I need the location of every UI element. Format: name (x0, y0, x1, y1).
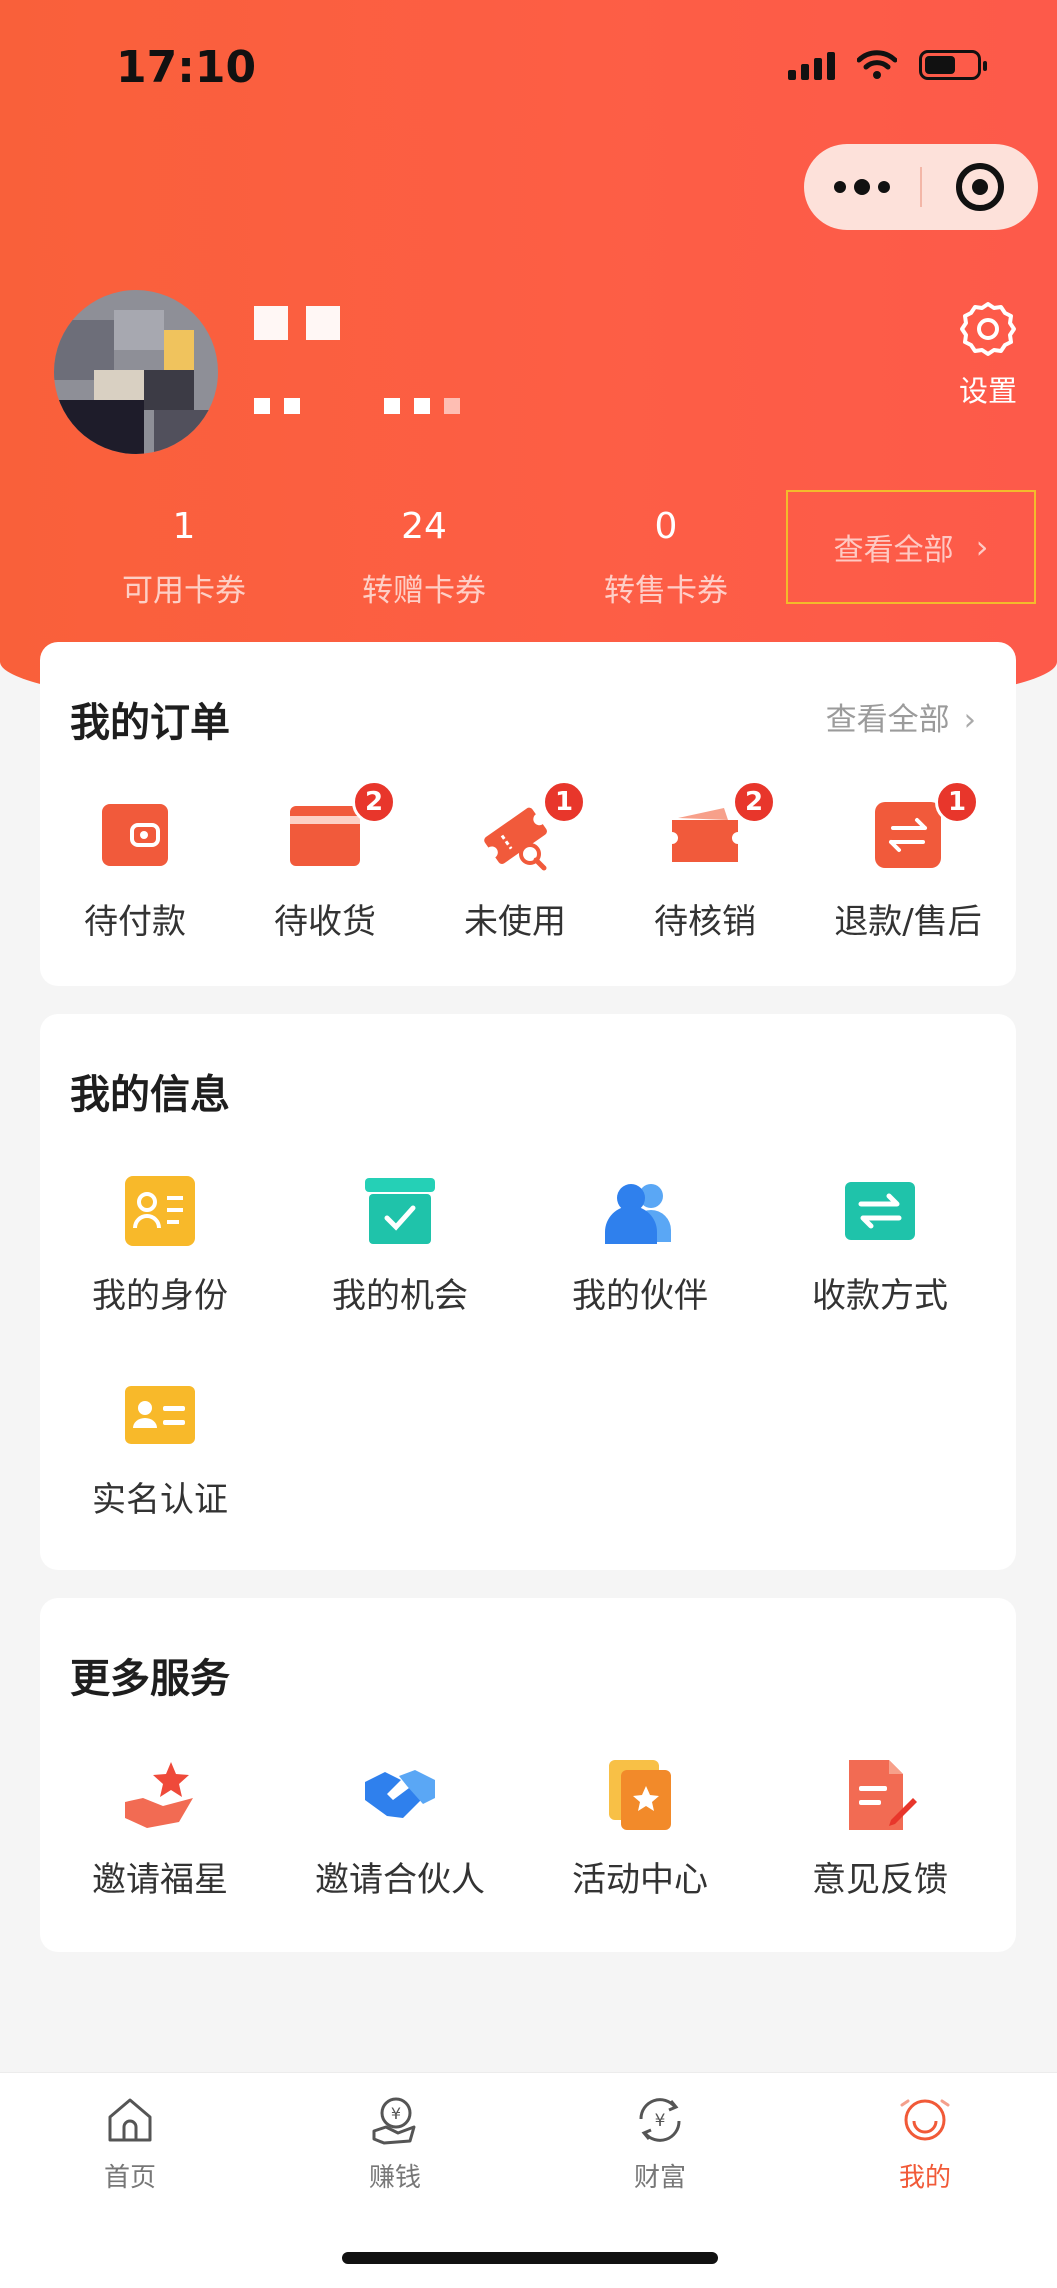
battery-icon (919, 50, 987, 80)
more-button[interactable] (804, 144, 920, 230)
voucher-icon: 2 (668, 780, 776, 872)
info-payment-method[interactable]: 收款方式 (760, 1174, 1000, 1317)
service-invite-partner[interactable]: 邀请合伙人 (280, 1758, 520, 1901)
activity-icon (603, 1758, 677, 1832)
chevron-right-icon: › (975, 528, 989, 566)
coupons-view-all-link[interactable]: 查看全部 › (786, 490, 1036, 604)
handshake-icon (363, 1758, 437, 1832)
settings-button[interactable]: 设置 (944, 300, 1032, 410)
svg-text:¥: ¥ (391, 2104, 401, 2123)
user-subtitle-redacted (254, 398, 460, 414)
status-time: 17:10 (116, 42, 257, 93)
chevron-right-icon: › (963, 702, 976, 738)
tab-home[interactable]: 首页 (50, 2095, 210, 2194)
service-invite-lucky-star[interactable]: 邀请福星 (40, 1758, 280, 1901)
feedback-icon (843, 1758, 917, 1832)
tab-me[interactable]: 我的 (845, 2095, 1005, 2194)
mini-program-capsule (804, 144, 1038, 230)
info-real-name-verification[interactable]: 实名认证 (40, 1378, 280, 1521)
status-icons (788, 50, 987, 80)
close-mini-program-button[interactable] (922, 144, 1038, 230)
tab-wealth[interactable]: ¥ 财富 (580, 2095, 740, 2194)
star-hand-icon (123, 1758, 197, 1832)
card-icon: 2 (288, 780, 396, 872)
service-activity-center[interactable]: 活动中心 (520, 1758, 760, 1901)
wealth-icon: ¥ (639, 2098, 681, 2142)
target-icon (956, 163, 1004, 211)
tab-earn[interactable]: ¥ 赚钱 (315, 2095, 475, 2194)
wifi-icon (857, 50, 897, 79)
info-my-opportunities[interactable]: 我的机会 (280, 1174, 520, 1317)
stat-gifted-coupons[interactable]: 24 转赠卡券 (324, 506, 524, 610)
home-indicator (342, 2252, 718, 2264)
orders-view-all-link[interactable]: 查看全部 › (826, 694, 976, 739)
me-icon (900, 2099, 950, 2141)
my-info-title: 我的信息 (70, 1072, 230, 1118)
orders-card: 我的订单 查看全部 › 待付款 2 待收货 1 未使用 2 待核销 1 退款/售… (40, 642, 1016, 986)
service-feedback[interactable]: 意见反馈 (760, 1758, 1000, 1901)
info-my-identity[interactable]: 我的身份 (40, 1174, 280, 1317)
order-badge: 1 (935, 780, 979, 824)
settings-label: 设置 (958, 374, 1017, 408)
order-unused[interactable]: 1 未使用 (420, 780, 610, 943)
order-badge: 2 (732, 780, 776, 824)
partners-icon (603, 1174, 677, 1248)
stat-resale-coupons[interactable]: 0 转售卡券 (566, 506, 766, 610)
verify-card-icon (123, 1378, 197, 1452)
transfer-icon (843, 1174, 917, 1248)
avatar[interactable] (54, 290, 218, 454)
order-pending-receipt[interactable]: 2 待收货 (230, 780, 420, 943)
order-badge: 2 (352, 780, 396, 824)
my-info-card: 我的信息 我的身份 我的机会 我的伙伴 收款方式 实名认证 (40, 1014, 1016, 1570)
svg-text:¥: ¥ (655, 2111, 666, 2131)
more-services-title: 更多服务 (70, 1656, 230, 1702)
wallet-icon (98, 798, 172, 872)
username-redacted (254, 306, 340, 340)
stat-available-coupons[interactable]: 1 可用卡券 (84, 506, 284, 610)
order-refund-aftersale[interactable]: 1 退款/售后 (800, 780, 1016, 943)
more-services-card: 更多服务 邀请福星 邀请合伙人 活动中心 意见反馈 (40, 1598, 1016, 1952)
ticket-icon: 1 (478, 780, 586, 872)
order-badge: 1 (542, 780, 586, 824)
gear-icon (960, 302, 1016, 356)
home-icon (108, 2098, 152, 2142)
box-check-icon (363, 1174, 437, 1248)
orders-title: 我的订单 (70, 700, 230, 746)
earn-icon: ¥ (372, 2097, 416, 2145)
refund-icon: 1 (871, 780, 979, 872)
order-pending-verification[interactable]: 2 待核销 (610, 780, 800, 943)
info-my-partners[interactable]: 我的伙伴 (520, 1174, 760, 1317)
order-pending-payment[interactable]: 待付款 (40, 798, 230, 943)
signal-icon (788, 50, 835, 80)
id-card-icon (123, 1174, 197, 1248)
